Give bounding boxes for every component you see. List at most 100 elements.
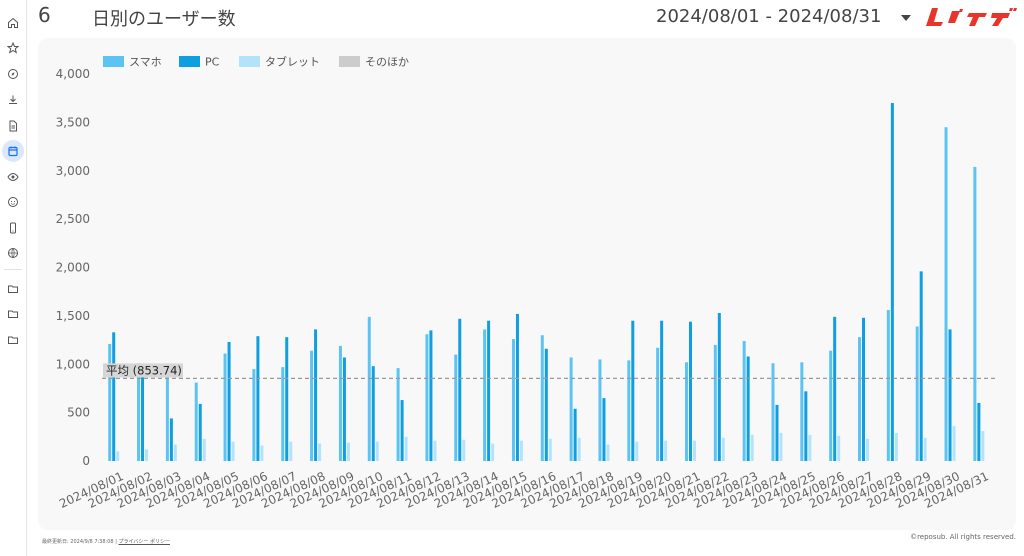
bar <box>684 362 688 461</box>
chevron-down-icon[interactable] <box>896 9 916 27</box>
privacy-policy-link[interactable]: プライバシー ポリシー <box>118 539 170 545</box>
y-tick-label: 3,000 <box>56 164 90 178</box>
bar <box>577 437 581 461</box>
bar <box>515 313 519 461</box>
bar <box>198 403 202 461</box>
bar <box>981 431 985 461</box>
bar <box>804 391 808 461</box>
copyright-text: ©reposub. All rights reserved. <box>910 533 1016 541</box>
footer-separator: | <box>115 539 117 545</box>
bar <box>569 357 573 461</box>
eye-icon[interactable] <box>2 166 24 188</box>
bar <box>338 345 342 461</box>
legend-label: スマホ <box>129 56 162 69</box>
bar <box>631 320 635 461</box>
bar <box>202 438 206 461</box>
bar <box>145 449 149 461</box>
bar <box>396 368 400 461</box>
bar <box>800 362 804 461</box>
bar <box>310 350 314 461</box>
bar <box>223 353 227 461</box>
page-number: 6 <box>38 3 51 27</box>
bar <box>314 329 318 461</box>
folder-icon[interactable] <box>2 303 24 325</box>
folder-icon[interactable] <box>2 329 24 351</box>
bar-chart: 0 500 1,000 1,500 2,000 2,500 3,000 3,500 4,000 ス… <box>56 55 996 511</box>
bar <box>483 329 487 461</box>
home-icon[interactable] <box>2 12 24 34</box>
face-icon[interactable] <box>2 191 24 213</box>
bar <box>627 360 631 461</box>
bar <box>194 382 198 461</box>
date-range-picker[interactable]: 2024/08/01 - 2024/08/31 <box>656 6 881 27</box>
bar <box>256 336 260 461</box>
y-tick-label: 1,000 <box>56 357 90 371</box>
legend-label: タブレット <box>265 55 320 69</box>
bar <box>862 317 866 461</box>
bar <box>952 426 956 461</box>
bar <box>977 402 981 461</box>
bar <box>664 440 668 461</box>
bar <box>775 404 779 461</box>
bar <box>491 443 495 461</box>
bar <box>944 127 948 462</box>
bar <box>285 337 289 461</box>
bar <box>252 369 256 461</box>
bar <box>973 166 977 461</box>
bar <box>717 312 721 461</box>
document-icon[interactable] <box>2 115 24 137</box>
bar <box>511 339 515 461</box>
bar <box>548 438 552 461</box>
bar <box>833 316 837 461</box>
bar <box>169 418 173 461</box>
bar <box>890 103 894 462</box>
y-tick-label: 2,500 <box>56 212 90 226</box>
bar <box>375 441 379 461</box>
bar <box>462 439 466 461</box>
legend-swatch <box>103 56 124 67</box>
bar <box>746 356 750 461</box>
bar <box>779 432 783 461</box>
bar <box>923 437 927 461</box>
bar <box>342 357 346 461</box>
bar <box>915 326 919 461</box>
bar <box>544 348 548 461</box>
sidebar-divider <box>4 269 22 270</box>
star-icon[interactable] <box>2 37 24 59</box>
bar <box>750 434 754 461</box>
bar <box>573 408 577 461</box>
legend-swatch <box>239 56 260 67</box>
bar <box>487 320 491 461</box>
smartphone-icon[interactable] <box>2 217 24 239</box>
bar <box>433 440 437 461</box>
bar <box>519 440 523 461</box>
compass-icon[interactable] <box>2 63 24 85</box>
y-tick-label: 3,500 <box>56 115 90 129</box>
folder-icon[interactable] <box>2 278 24 300</box>
bar <box>688 321 692 461</box>
sidebar <box>0 0 27 556</box>
y-tick-label: 500 <box>67 406 90 420</box>
bar <box>108 343 112 461</box>
y-tick-label: 4,000 <box>56 67 90 81</box>
bar <box>346 442 350 461</box>
last-updated-text: 最終更新日: 2024/9/8 7:38:08 <box>42 539 114 545</box>
legend-label: PC <box>205 56 220 69</box>
bar <box>400 400 404 461</box>
page-title: 日別のユーザー数 <box>92 9 236 30</box>
bar <box>721 437 725 461</box>
bar <box>540 335 544 461</box>
bar <box>116 451 120 461</box>
legend-swatch <box>179 56 200 67</box>
bar <box>404 436 408 461</box>
calendar-icon[interactable] <box>2 140 24 162</box>
bar <box>948 329 952 461</box>
bar <box>886 310 890 461</box>
y-tick-label: 1,500 <box>56 309 90 323</box>
globe-icon[interactable] <box>2 242 24 264</box>
legend-swatch <box>339 56 360 67</box>
download-icon[interactable] <box>2 89 24 111</box>
bar <box>231 441 235 461</box>
bar <box>371 366 375 461</box>
bar <box>656 347 660 461</box>
